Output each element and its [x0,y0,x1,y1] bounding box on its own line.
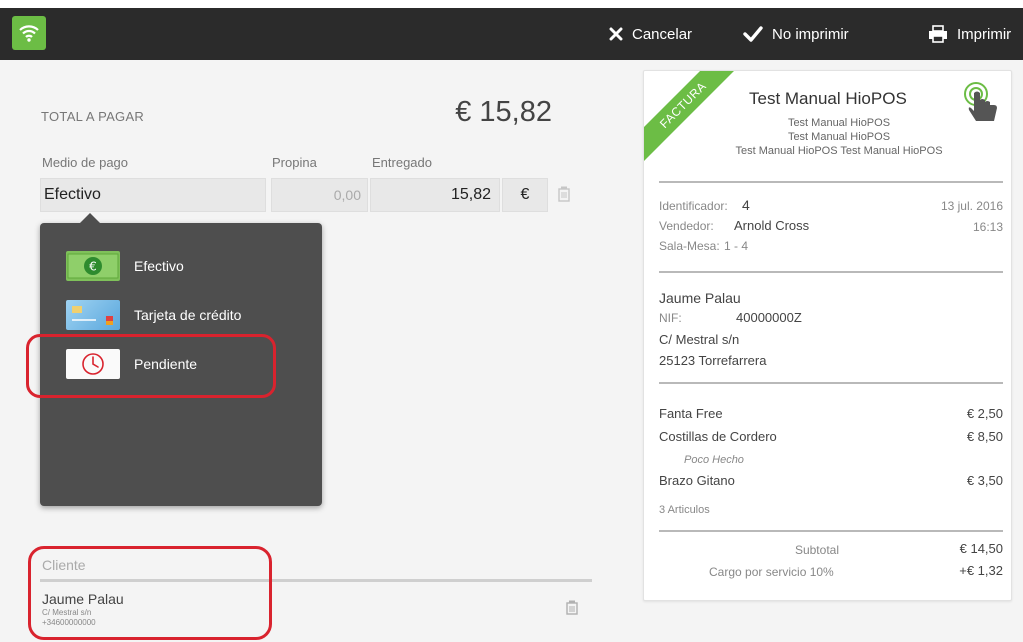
checkmark-icon [743,26,763,42]
tip-input[interactable]: 0,00 [271,178,368,212]
nif-label: NIF: [659,311,682,325]
total-label: TOTAL A PAGAR [41,109,145,124]
payment-method-select[interactable]: Efectivo [40,178,266,212]
wifi-status-button[interactable] [12,16,46,50]
line-item-name: Brazo Gitano [659,473,735,488]
line-item-price: € 3,50 [966,473,1003,488]
highlight-client [28,546,272,640]
receipt-subtitle: Test Manual HioPOS [787,131,891,143]
payment-option-cash[interactable]: € Efectivo [66,251,184,281]
line-item-name: Costillas de Cordero [659,429,777,444]
cash-icon: € [66,251,120,281]
line-item-note: Poco Hecho [684,454,744,466]
receipt-date: 13 jul. 2016 [940,199,1003,213]
receipt-divider [659,181,1003,183]
tip-header: Propina [272,155,317,170]
service-charge-value: +€ 1,32 [959,563,1003,578]
receipt-time: 16:13 [972,220,1003,234]
service-charge-label: Cargo por servicio 10% [709,565,834,579]
nif-value: 40000000Z [736,310,802,325]
cancel-button[interactable]: Cancelar [609,8,692,60]
receipt-title: Test Manual HioPOS [749,89,907,108]
trash-icon[interactable] [566,600,578,620]
print-button[interactable]: Imprimir [928,8,1011,60]
payment-option-credit-card[interactable]: Tarjeta de crédito [66,300,241,330]
table-label: Sala-Mesa: [659,239,720,253]
total-amount: € 15,82 [455,96,552,128]
items-count: 3 Articulos [659,504,710,516]
payment-method-header: Medio de pago [42,155,129,170]
touch-hand-icon[interactable] [962,81,1002,130]
line-item-name: Fanta Free [659,406,723,421]
customer-city: 25123 Torrefarrera [659,353,767,368]
seller-label: Vendedor: [659,219,714,233]
receipt-divider [659,271,1003,273]
receipt-divider [659,382,1003,384]
credit-card-icon [66,300,120,330]
delivered-amount-input[interactable]: 15,82 [370,178,500,212]
wifi-icon [19,25,39,42]
customer-address: C/ Mestral s/n [659,332,740,347]
receipt-subtitle: Test Manual HioPOS Test Manual HioPOS [735,145,943,157]
svg-text:€: € [89,260,97,274]
subtotal-value: € 14,50 [959,541,1003,556]
receipt-preview: FACTURA Test Manual HioPOS Test Manual H… [643,70,1012,601]
payment-option-label: Tarjeta de crédito [134,307,242,323]
printer-icon [928,25,948,43]
receipt-subtitle: Test Manual HioPOS [787,117,891,129]
highlight-pending-option [26,334,276,398]
receipt-divider [659,530,1003,532]
top-toolbar: Cancelar No imprimir Imprimir [0,8,1023,60]
no-print-label: No imprimir [772,25,849,43]
line-item-price: € 8,50 [966,429,1003,444]
payment-option-label: Efectivo [134,258,184,274]
identifier-value: 4 [742,197,750,213]
no-print-button[interactable]: No imprimir [743,8,849,60]
delivered-header: Entregado [372,155,432,170]
close-icon [609,27,623,41]
cancel-label: Cancelar [632,25,693,43]
trash-icon[interactable] [558,186,570,207]
table-value: 1 - 4 [724,239,749,253]
identifier-label: Identificador: [659,199,728,213]
subtotal-label: Subtotal [794,543,839,557]
currency-button[interactable]: € [502,178,548,212]
print-label: Imprimir [957,25,1012,43]
seller-value: Arnold Cross [734,218,810,233]
line-item-price: € 2,50 [966,406,1003,421]
customer-name: Jaume Palau [659,290,741,306]
